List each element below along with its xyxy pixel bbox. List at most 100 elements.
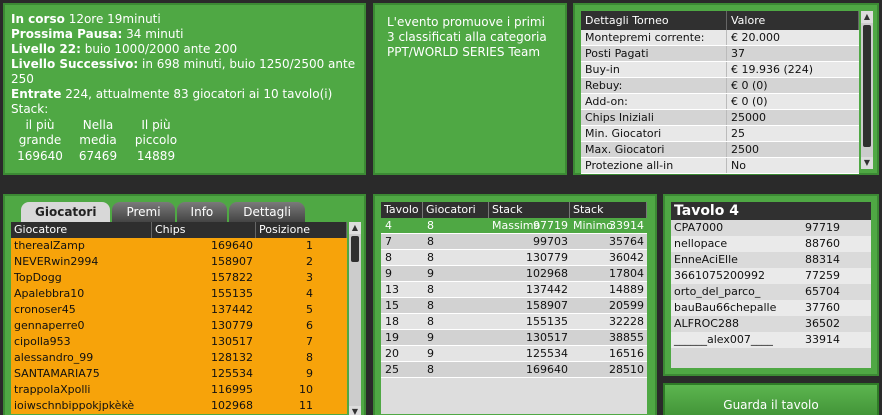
scroll-down-icon[interactable]: ▼: [349, 406, 361, 415]
tab-dettagli[interactable]: Dettagli: [229, 202, 305, 222]
stack-average: Nella media 67469: [78, 118, 118, 163]
details-row-name: Chips Iniziali: [581, 110, 727, 125]
tables-rows: 4 8 97719 33914 7 8 99703 35764 8 8 130779 36042 9 9 1…: [381, 218, 647, 378]
tab-giocatori[interactable]: Giocatori: [21, 202, 111, 222]
header-giocatori[interactable]: Giocatori: [423, 202, 489, 218]
table-number: 7: [385, 235, 392, 248]
player-row[interactable]: alessandro_99 128132 8: [11, 350, 347, 366]
details-header-value[interactable]: Valore: [727, 11, 859, 30]
player-row[interactable]: ioiwschnbippokjpkèkè 102968 11: [11, 398, 347, 414]
player-position: 2: [306, 255, 313, 268]
details-scrollbar[interactable]: ▲ ▼: [861, 11, 873, 169]
table-detail-box: Tavolo 4 CPA7000 97719 nellopace 88760 EnneA…: [671, 202, 871, 368]
seat-chips: 88760: [805, 237, 840, 250]
player-position: 3: [306, 271, 313, 284]
header-stack-minimo[interactable]: Stack Minimo: [570, 202, 647, 232]
seat-chips: 65704: [805, 285, 840, 298]
table-stack-max: 130517: [526, 331, 568, 344]
status-in-corso: In corso 12ore 19minuti: [11, 12, 161, 26]
table-row[interactable]: 4 8 97719 33914: [381, 218, 647, 234]
details-row: Min. Giocatori 25: [581, 126, 859, 142]
seat-chips: 33914: [805, 333, 840, 346]
player-chips: 128132: [211, 351, 253, 364]
status-livello: Livello 22: buio 1000/2000 ante 200: [11, 42, 238, 56]
table-row[interactable]: 15 8 158907 20599: [381, 298, 647, 314]
details-row-value: 37: [731, 47, 745, 60]
seat-row: bauBau66chepalle 37760: [671, 300, 871, 316]
tournament-details-panel: Dettagli Torneo Valore Montepremi corren…: [573, 3, 879, 175]
table-stack-max: 137442: [526, 283, 568, 296]
table-players: 9: [427, 347, 434, 360]
table-row[interactable]: 7 8 99703 35764: [381, 234, 647, 250]
player-row[interactable]: gennaperre0 130779 6: [11, 318, 347, 334]
players-rows: therealZamp 169640 1 NEVERwin2994 158907 2 Top…: [11, 238, 347, 414]
player-chips: 125534: [211, 367, 253, 380]
scroll-thumb[interactable]: [351, 236, 359, 262]
player-name: SANTAMARIA75: [14, 367, 100, 380]
seat-player: ______alex007____: [674, 333, 773, 346]
scroll-up-icon[interactable]: ▲: [861, 11, 873, 23]
player-row[interactable]: NEVERwin2994 158907 2: [11, 254, 347, 270]
seat-row: ______alex007____ 33914: [671, 332, 871, 348]
header-stack-massimo[interactable]: Stack Massimo: [489, 202, 570, 232]
table-stack-max: 102968: [526, 267, 568, 280]
tab-info[interactable]: Info: [176, 202, 228, 222]
scroll-up-icon[interactable]: ▲: [349, 222, 361, 234]
details-row: Buy-in € 19.936 (224): [581, 62, 859, 78]
details-header-name[interactable]: Dettagli Torneo: [581, 11, 727, 30]
header-giocatore[interactable]: Giocatore: [11, 222, 152, 238]
tab-premi[interactable]: Premi: [112, 202, 175, 222]
stack-label: Stack:: [11, 102, 49, 116]
details-row: Montepremi corrente: € 20.000: [581, 30, 859, 46]
player-row[interactable]: cipolla953 130517 7: [11, 334, 347, 350]
promo-panel: L'evento promuove i primi 3 classificati…: [373, 3, 567, 175]
scroll-thumb[interactable]: [863, 25, 871, 147]
player-row[interactable]: TopDogg 157822 3: [11, 270, 347, 286]
table-row[interactable]: 8 8 130779 36042: [381, 250, 647, 266]
table-row[interactable]: 13 8 137442 14889: [381, 282, 647, 298]
players-scrollbar[interactable]: ▲ ▼: [349, 222, 361, 415]
player-chips: 157822: [211, 271, 253, 284]
details-row-name: Protezione all-in: [581, 158, 727, 173]
player-row[interactable]: Apalebbra10 155135 4: [11, 286, 347, 302]
table-players: 8: [427, 251, 434, 264]
player-chips: 102968: [211, 399, 253, 412]
player-position: 11: [299, 399, 313, 412]
details-row: Posti Pagati 37: [581, 46, 859, 62]
table-stack-min: 14889: [609, 283, 644, 296]
header-chips[interactable]: Chips: [152, 222, 256, 238]
details-row-name: Max. Giocatori: [581, 142, 727, 157]
table-stack-min: 16516: [609, 347, 644, 360]
player-name: alessandro_99: [14, 351, 94, 364]
players-tabs: Giocatori Premi Info Dettagli: [21, 202, 307, 222]
table-players: 8: [427, 363, 434, 376]
stack-smallest: Il più piccolo 14889: [134, 118, 178, 163]
table-row[interactable]: 18 8 155135 32228: [381, 314, 647, 330]
details-row-value: € 0 (0): [731, 95, 768, 108]
watch-table-button[interactable]: Guarda il tavolo: [663, 383, 879, 415]
table-row[interactable]: 19 9 130517 38855: [381, 330, 647, 346]
player-name: cronoser45: [14, 303, 76, 316]
table-row[interactable]: 20 9 125534 16516: [381, 346, 647, 362]
scroll-down-icon[interactable]: ▼: [861, 157, 873, 169]
player-name: NEVERwin2994: [14, 255, 99, 268]
table-stack-max: 125534: [526, 347, 568, 360]
seat-player: ALFROC288: [674, 317, 739, 330]
player-row[interactable]: cronoser45 137442 5: [11, 302, 347, 318]
table-number: 13: [385, 283, 399, 296]
player-row[interactable]: trappolaXpolli 116995 10: [11, 382, 347, 398]
details-header: Dettagli Torneo Valore: [581, 11, 859, 30]
table-row[interactable]: 9 9 102968 17804: [381, 266, 647, 282]
player-chips: 130517: [211, 335, 253, 348]
table-row[interactable]: 25 8 169640 28510: [381, 362, 647, 378]
header-posizione[interactable]: Posizione: [256, 222, 347, 238]
player-position: 9: [306, 367, 313, 380]
table-stack-min: 28510: [609, 363, 644, 376]
player-row[interactable]: SANTAMARIA75 125534 9: [11, 366, 347, 382]
table-number: 8: [385, 251, 392, 264]
table-number: 9: [385, 267, 392, 280]
player-row[interactable]: therealZamp 169640 1: [11, 238, 347, 254]
details-row: Rebuy: € 0 (0): [581, 78, 859, 94]
header-tavolo[interactable]: Tavolo: [381, 202, 423, 218]
player-chips: 137442: [211, 303, 253, 316]
